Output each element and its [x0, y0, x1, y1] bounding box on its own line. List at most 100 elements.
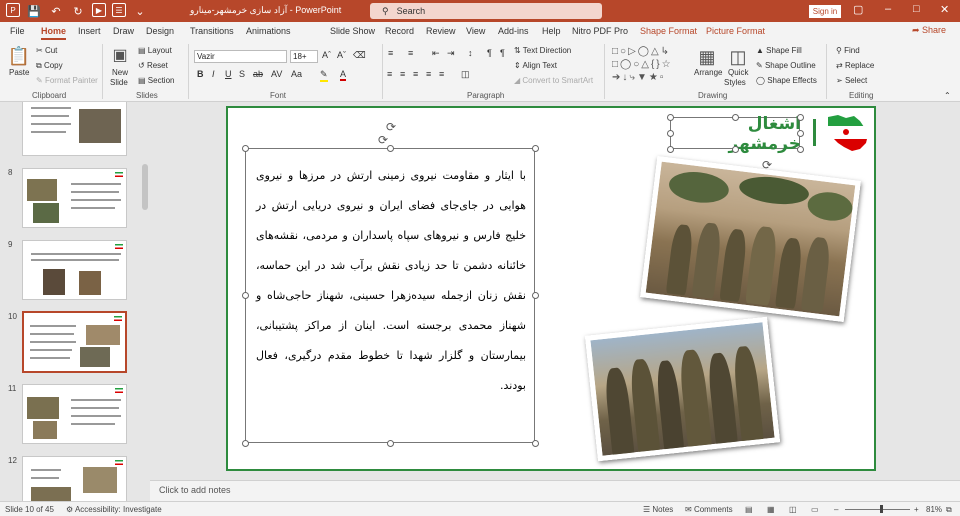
customize-icon[interactable]: ⌄ [132, 3, 148, 19]
clear-formatting-icon[interactable]: ⌫ [353, 50, 366, 61]
resize-handle[interactable] [387, 440, 394, 447]
share-button[interactable]: ➦ Share [912, 25, 946, 36]
comments-toggle[interactable]: ✉ Comments [685, 505, 733, 514]
layout-button[interactable]: ▤ Layout [138, 46, 172, 55]
align-center-icon[interactable]: ≡ [400, 69, 405, 79]
quick-styles-icon[interactable]: ◫ [726, 45, 750, 69]
tab-review[interactable]: Review [426, 26, 456, 36]
paste-icon[interactable]: 📋 [8, 45, 30, 67]
tab-picture-format[interactable]: Picture Format [706, 26, 765, 36]
resize-handle[interactable] [732, 146, 739, 153]
shape-effects-button[interactable]: ◯ Shape Effects [756, 76, 817, 85]
presentation-icon[interactable]: ☰ [112, 3, 126, 17]
slide-thumbnail-9[interactable] [22, 240, 127, 300]
body-text[interactable]: با ایثار و مقاومت نیروی زمینی ارتش در مر… [256, 161, 526, 401]
resize-handle[interactable] [667, 146, 674, 153]
slide-thumbnail-10[interactable] [22, 311, 127, 373]
format-painter-button[interactable]: ✎ Format Painter [36, 76, 98, 85]
rotate-handle-icon[interactable]: ⟳ [386, 120, 396, 134]
notes-placeholder[interactable]: Click to add notes [159, 485, 231, 495]
reading-view-icon[interactable]: ◫ [789, 505, 797, 514]
strikethrough-icon[interactable]: ab [253, 69, 263, 79]
resize-handle[interactable] [732, 114, 739, 121]
tab-transitions[interactable]: Transitions [190, 26, 234, 36]
start-from-beginning-icon[interactable]: ▶ [92, 3, 106, 17]
autosave-icon[interactable]: P [6, 3, 20, 17]
decrease-font-icon[interactable]: Aˇ [337, 50, 346, 60]
align-right-icon[interactable]: ≡ [413, 69, 418, 79]
justify-icon[interactable]: ≡ [426, 69, 431, 79]
new-slide-icon[interactable]: ▣ [110, 45, 130, 65]
tab-draw[interactable]: Draw [113, 26, 134, 36]
tab-add-ins[interactable]: Add-ins [498, 26, 529, 36]
arrange-button[interactable]: Arrange [694, 68, 722, 77]
fit-to-window-icon[interactable]: ⧉ [946, 505, 952, 515]
select-button[interactable]: ➢ Select [836, 76, 867, 85]
highlight-color-icon[interactable]: ✎ [320, 69, 328, 82]
war-photo-soldiers-group[interactable] [584, 316, 781, 462]
shape-fill-button[interactable]: ▲ Shape Fill [756, 46, 802, 55]
rotate-handle-icon[interactable]: ⟳ [378, 133, 388, 147]
undo-icon[interactable]: ↶ [48, 3, 64, 19]
slide-thumbnail-11[interactable] [22, 384, 127, 444]
tab-design[interactable]: Design [146, 26, 174, 36]
resize-handle[interactable] [667, 130, 674, 137]
tab-nitro-pdf[interactable]: Nitro PDF Pro [572, 26, 628, 36]
tab-view[interactable]: View [466, 26, 485, 36]
tab-animations[interactable]: Animations [246, 26, 291, 36]
align-left-icon[interactable]: ≡ [387, 69, 392, 79]
tab-help[interactable]: Help [542, 26, 561, 36]
quick-styles-label[interactable]: Quick [728, 68, 748, 77]
decrease-indent-icon[interactable]: ⇤ [432, 48, 440, 59]
accessibility-checker[interactable]: ⚙ Accessibility: Investigate [66, 505, 162, 514]
text-direction-button[interactable]: ⇅ Text Direction [514, 46, 571, 55]
tab-file[interactable]: File [10, 26, 25, 36]
redo-icon[interactable]: ↻ [70, 3, 86, 19]
bold-icon[interactable]: B [197, 69, 204, 79]
ltr-icon[interactable]: ¶ [500, 48, 505, 58]
normal-view-icon[interactable]: ▤ [745, 505, 753, 514]
title-placeholder[interactable]: اشغال خرمشهر [667, 114, 804, 154]
collapse-ribbon-icon[interactable]: ⌃ [944, 91, 951, 100]
change-case-icon[interactable]: Aa [291, 69, 302, 79]
zoom-in-icon[interactable]: + [914, 505, 919, 514]
align-text-button[interactable]: ⇕ Align Text [514, 61, 557, 70]
reset-button[interactable]: ↺ Reset [138, 61, 168, 70]
new-slide-label[interactable]: New [112, 68, 128, 77]
notes-toggle[interactable]: ☰ Notes [643, 505, 673, 514]
find-button[interactable]: ⚲ Find [836, 46, 860, 55]
resize-handle[interactable] [242, 440, 249, 447]
character-spacing-icon[interactable]: AV [271, 69, 282, 79]
tab-insert[interactable]: Insert [78, 26, 101, 36]
convert-smartart-button[interactable]: ◢ Convert to SmartArt [514, 76, 593, 85]
copy-button[interactable]: ⧉ Copy [36, 61, 63, 71]
slide-show-icon[interactable]: ▭ [811, 505, 819, 514]
minimize-icon[interactable]: – [885, 3, 891, 15]
replace-button[interactable]: ⇄ Replace [836, 61, 874, 70]
slide-thumbnail-8[interactable] [22, 168, 127, 228]
notes-pane[interactable]: Click to add notes [150, 480, 960, 501]
new-slide-label-2[interactable]: Slide [110, 78, 128, 87]
underline-icon[interactable]: U [225, 69, 232, 79]
tab-home[interactable]: Home [41, 26, 67, 40]
rtl-icon[interactable]: ¶ [487, 48, 492, 58]
columns-icon[interactable]: ◫ [461, 69, 470, 80]
resize-handle[interactable] [797, 114, 804, 121]
body-text-box[interactable]: با ایثار و مقاومت نیروی زمینی ارتش در مر… [242, 145, 539, 447]
slide-thumbnail-12[interactable] [22, 456, 127, 501]
war-photo-soldiers-palms[interactable] [640, 156, 861, 322]
zoom-out-icon[interactable]: – [834, 505, 838, 514]
save-icon[interactable]: 💾 [26, 3, 42, 19]
close-icon[interactable]: ✕ [940, 3, 949, 16]
search-input[interactable]: ⚲ Search [370, 3, 602, 19]
maximize-icon[interactable]: □ [913, 3, 920, 15]
paste-button[interactable]: Paste [9, 68, 29, 77]
tab-shape-format[interactable]: Shape Format [640, 26, 697, 36]
resize-handle[interactable] [532, 440, 539, 447]
numbering-icon[interactable]: ≡ [408, 48, 413, 58]
resize-handle[interactable] [242, 292, 249, 299]
zoom-slider[interactable] [845, 505, 910, 513]
italic-icon[interactable]: I [212, 69, 215, 79]
scrollbar-thumb[interactable] [142, 164, 148, 210]
shapes-gallery[interactable]: □○▷◯△↳ □◯○△{​}☆ ➔↓⤷▼★▫ [612, 45, 684, 85]
